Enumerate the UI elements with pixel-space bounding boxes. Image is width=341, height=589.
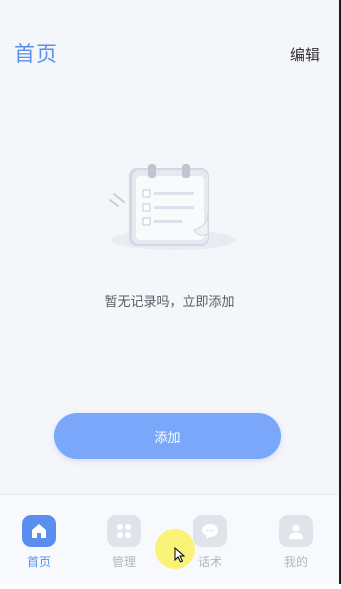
tab-mine[interactable]: 我的: [266, 515, 326, 570]
bottom-margin: [0, 584, 341, 589]
empty-state-message: 暂无记录吗，立即添加: [104, 295, 235, 310]
tab-label: 首页: [26, 555, 51, 569]
grid-icon: [107, 515, 141, 547]
add-button[interactable]: 添加: [54, 413, 281, 459]
tab-home[interactable]: 首页: [9, 515, 69, 570]
user-icon: [279, 515, 313, 547]
app-screen: 首页 编辑 暂无记录吗，立即添加 添加 首页 管理 话术 我的: [0, 0, 339, 584]
tab-label: 管理: [111, 555, 136, 569]
mouse-pointer-icon: [174, 547, 186, 563]
edit-button[interactable]: 编辑: [290, 44, 320, 65]
page-title: 首页: [14, 42, 58, 66]
chat-icon: [193, 515, 227, 547]
home-icon: [22, 515, 56, 547]
tab-manage[interactable]: 管理: [94, 515, 154, 570]
checklist-calendar-illustration: [109, 164, 236, 250]
tab-label: 我的: [283, 555, 308, 569]
